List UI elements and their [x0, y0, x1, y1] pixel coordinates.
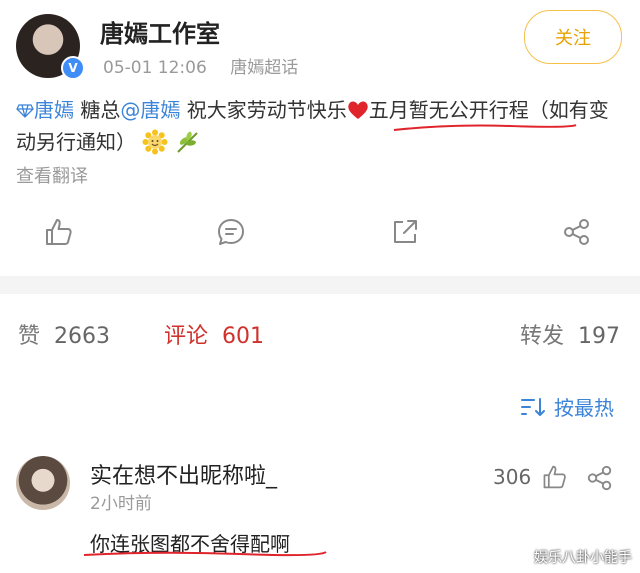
comment-button[interactable] — [211, 212, 251, 252]
post-time: 05-01 12:06 — [103, 58, 207, 78]
comments-count: 601 — [222, 324, 265, 349]
sort-button[interactable]: 按最热 — [520, 392, 614, 421]
commenter-avatar[interactable] — [16, 456, 70, 510]
comment-bubble-icon — [218, 219, 244, 245]
reposts-label: 转发 — [520, 324, 565, 349]
diamond-icon — [16, 104, 34, 118]
comment-share-button[interactable] — [586, 464, 614, 496]
tab-comments[interactable]: 评论 601 — [164, 318, 264, 350]
super-topic-link[interactable]: 唐嫣 — [16, 98, 74, 122]
repost-icon — [394, 220, 417, 243]
heart-icon — [348, 101, 368, 119]
comment-time: 2小时前 — [90, 494, 152, 514]
likes-count: 2663 — [54, 324, 111, 349]
post-text-part: 祝大家劳动节快乐 — [180, 98, 347, 122]
repost-button[interactable] — [385, 212, 425, 252]
verified-badge-icon: V — [61, 56, 85, 80]
post-meta: 05-01 12:06 唐嫣超话 — [103, 53, 316, 78]
post-source[interactable]: 唐嫣超话 — [230, 58, 298, 78]
follow-button[interactable]: 关注 — [524, 10, 622, 64]
comment-like-button[interactable]: 306 — [493, 464, 567, 490]
share-button[interactable] — [557, 212, 597, 252]
share-icon — [587, 465, 612, 491]
translate-link[interactable]: 查看翻译 — [16, 162, 88, 188]
share-icon — [564, 219, 589, 245]
comment-like-count: 306 — [493, 465, 532, 489]
comments-label: 评论 — [164, 324, 209, 349]
sort-label: 按最热 — [554, 396, 614, 420]
reposts-count: 197 — [578, 324, 621, 349]
watermark: 娱乐八卦小能手 — [534, 550, 632, 566]
tab-likes[interactable]: 赞 2663 — [18, 318, 110, 350]
highlight-underline — [393, 124, 577, 131]
comment-underline — [83, 551, 327, 557]
tab-reposts[interactable]: 转发 197 — [520, 318, 620, 350]
section-divider — [0, 276, 640, 294]
thumbs-up-icon — [46, 219, 72, 245]
like-button[interactable] — [38, 212, 78, 252]
commenter-name[interactable]: 实在想不出昵称啦_ — [90, 458, 277, 490]
super-topic-label: 唐嫣 — [34, 98, 74, 122]
post-text-part: 糖总 — [74, 98, 121, 122]
thumbs-up-icon — [543, 465, 566, 489]
leaf-emoji-icon — [177, 131, 198, 153]
post-author-name[interactable]: 唐嫣工作室 — [100, 14, 220, 49]
sort-icon — [521, 397, 545, 416]
mention-link[interactable]: @唐嫣 — [120, 98, 180, 122]
post-text-highlight: 五月暂无公开行程 — [368, 98, 529, 122]
likes-label: 赞 — [18, 324, 41, 349]
sunflower-emoji-icon — [142, 129, 168, 155]
